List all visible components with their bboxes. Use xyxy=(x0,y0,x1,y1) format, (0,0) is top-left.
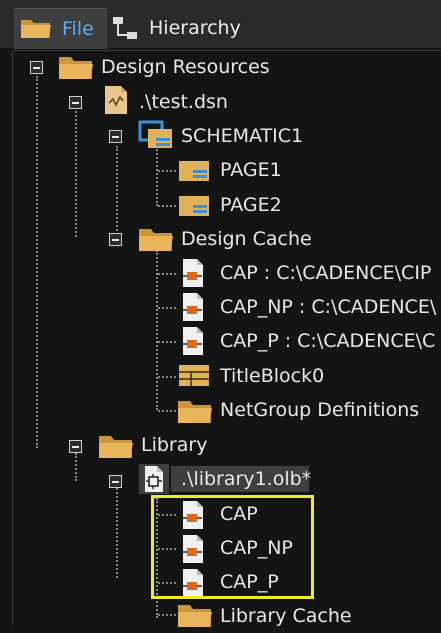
tree-item-library1-olb[interactable]: .\library1.olb* xyxy=(181,468,311,490)
tab-bar: File Hierarchy xyxy=(0,0,441,49)
tree-item-cap-np-cache[interactable]: CAP_NP : C:\CADENCE\ xyxy=(220,296,436,318)
hierarchy-icon xyxy=(111,15,141,46)
tree-item-schematic1[interactable]: SCHEMATIC1 xyxy=(181,125,303,147)
folder-icon xyxy=(177,397,213,429)
tab-file[interactable]: File xyxy=(14,8,107,49)
tab-hierarchy-label: Hierarchy xyxy=(149,17,241,39)
collapse-toggle-schematic1[interactable] xyxy=(109,130,122,143)
page-icon xyxy=(177,192,211,222)
collapse-toggle-library[interactable] xyxy=(69,440,82,453)
tree-item-cap-p-cache[interactable]: CAP_P : C:\CADENCE\C xyxy=(220,330,435,352)
collapse-toggle-test-dsn[interactable] xyxy=(69,96,82,109)
design-file-icon xyxy=(103,85,129,119)
page-icon xyxy=(177,157,211,187)
tree-item-design-cache[interactable]: Design Cache xyxy=(181,228,312,250)
tree-item-titleblock0[interactable]: TitleBlock0 xyxy=(220,365,324,387)
collapse-toggle-library1-olb[interactable] xyxy=(109,475,122,488)
part-icon xyxy=(181,258,205,292)
folder-icon xyxy=(177,601,213,633)
tree-item-lib-cap-np[interactable]: CAP_NP xyxy=(220,537,293,559)
tree-item-page1[interactable]: PAGE1 xyxy=(220,159,282,181)
folder-icon xyxy=(98,432,134,464)
tree-item-page2[interactable]: PAGE2 xyxy=(220,194,282,216)
collapse-toggle-design-resources[interactable] xyxy=(30,61,43,74)
part-icon xyxy=(181,568,205,602)
tree-item-netgroup-definitions[interactable]: NetGroup Definitions xyxy=(220,399,419,421)
part-icon xyxy=(181,292,205,326)
tree-item-design-resources[interactable]: Design Resources xyxy=(101,56,270,78)
part-icon xyxy=(181,326,205,360)
part-icon xyxy=(181,500,205,534)
part-icon xyxy=(181,534,205,568)
folder-icon xyxy=(138,225,174,257)
tree-item-test-dsn[interactable]: .\test.dsn xyxy=(139,91,228,113)
tab-file-label: File xyxy=(62,18,94,40)
title-block-icon xyxy=(177,362,211,392)
folder-icon xyxy=(20,16,52,45)
tree-item-lib-cap-p[interactable]: CAP_P xyxy=(220,571,279,593)
tab-hierarchy[interactable]: Hierarchy xyxy=(107,8,277,48)
tree-item-library-cache[interactable]: Library Cache xyxy=(220,605,352,627)
tree-item-library[interactable]: Library xyxy=(141,434,207,456)
collapse-toggle-design-cache[interactable] xyxy=(109,233,122,246)
tree-item-cap-cache[interactable]: CAP : C:\CADENCE\CIP xyxy=(220,262,431,284)
schematic-icon xyxy=(138,120,174,154)
tree-item-lib-cap[interactable]: CAP xyxy=(220,503,258,525)
folder-icon xyxy=(58,53,94,85)
library-file-icon xyxy=(143,465,165,497)
